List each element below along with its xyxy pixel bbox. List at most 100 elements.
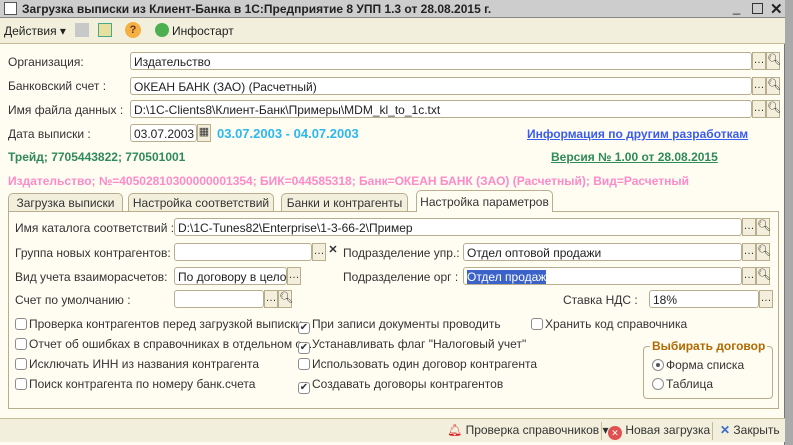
checkbox-icon <box>15 358 27 370</box>
settle-field[interactable]: По договору в целом <box>174 267 287 285</box>
export-icon[interactable] <box>98 23 112 37</box>
checkbox-icon <box>531 318 543 330</box>
vat-label: Ставка НДС : <box>563 293 638 307</box>
version-link[interactable]: Версия № 1.00 от 28.08.2015 <box>551 150 718 164</box>
toolbar: Действия ▾ ? Инфостарт <box>0 18 785 44</box>
bank-select-button[interactable]: … <box>752 77 766 95</box>
check-refs-button[interactable]: 🔔︎ Проверка справочников ▾ <box>447 423 609 437</box>
bank-field[interactable]: ОКЕАН БАНК (ЗАО) (Расчетный) <box>130 77 752 95</box>
org-search-icon[interactable]: 🔍︎ <box>766 52 781 70</box>
checkbox-checked-icon: ✔ <box>298 322 310 334</box>
info-link[interactable]: Информация по другим разработкам <box>527 127 748 141</box>
trade-text: Трейд; 7705443822; 770501001 <box>8 150 186 164</box>
checkbox-item[interactable]: Поиск контрагента по номеру банк.счета <box>15 377 255 391</box>
save-icon[interactable] <box>75 23 89 37</box>
bank-search-icon[interactable]: 🔍︎ <box>766 77 781 95</box>
period-text: 03.07.2003 - 04.07.2003 <box>217 126 359 141</box>
group-field[interactable] <box>174 243 312 261</box>
tab-banks[interactable]: Банки и контрагенты <box>281 193 408 212</box>
tab-load[interactable]: Загрузка выписки <box>8 193 123 212</box>
date-field[interactable]: 03.07.2003 <box>130 124 197 142</box>
account-label: Счет по умолчанию : <box>15 293 131 307</box>
account-field[interactable] <box>174 290 264 308</box>
dept-org-search-icon[interactable]: 🔍︎ <box>756 267 771 285</box>
bank-label: Банковский счет : <box>8 79 107 93</box>
tab-params[interactable]: Настройка параметров <box>416 190 553 212</box>
vat-select-button[interactable]: … <box>759 290 773 308</box>
dept-org-field[interactable]: Отдел продаж <box>463 267 742 285</box>
checkbox-item[interactable]: ✔ Создавать договоры контрагентов <box>298 377 503 394</box>
group-clear-icon[interactable]: ✕ <box>326 243 340 261</box>
radio-list-form[interactable]: Форма списка <box>652 358 744 372</box>
checkbox-icon <box>298 358 310 370</box>
account-search-icon[interactable]: 🔍︎ <box>278 290 293 308</box>
dept-mgmt-select-button[interactable]: … <box>742 243 756 261</box>
dept-mgmt-label: Подразделение упр.: <box>343 246 460 260</box>
close-icon[interactable]: ✕ <box>770 0 783 18</box>
dept-mgmt-search-icon[interactable]: 🔍︎ <box>756 243 771 261</box>
checkbox-icon <box>15 318 27 330</box>
catalog-search-icon[interactable]: 🔍︎ <box>756 218 771 236</box>
settle-label: Вид учета взаиморасчетов: <box>15 270 168 284</box>
dept-org-selected-text: Отдел продаж <box>467 270 547 284</box>
contract-group-title: Выбирать договор <box>650 339 768 353</box>
group-label: Группа новых контрагентов: <box>15 246 171 260</box>
radio-table[interactable]: Таблица <box>652 377 713 391</box>
vat-field[interactable]: 18% <box>649 290 759 308</box>
group-select-button[interactable]: … <box>312 243 326 261</box>
new-load-button[interactable]: ✕ Новая загрузка <box>608 423 710 440</box>
checkbox-item[interactable]: Использовать один договор контрагента <box>298 357 537 371</box>
checkbox-label: Хранить код справочника <box>545 317 688 331</box>
checkbox-label: Исключать ИНН из названия контрагента <box>29 357 260 371</box>
account-info: Издательство; №=40502810300000001354; БИ… <box>8 174 689 188</box>
maximize-icon[interactable] <box>752 3 763 14</box>
main-window: Загрузка выписки из Клиент-Банка в 1С:Пр… <box>0 0 785 445</box>
alarm-icon: 🔔︎ <box>447 423 463 437</box>
infostart-button[interactable]: Инфостарт <box>172 24 234 38</box>
dept-org-label: Подразделение орг : <box>343 270 459 284</box>
org-field[interactable]: Издательство <box>130 52 752 70</box>
checkbox-label: Поиск контрагента по номеру банк.счета <box>29 377 256 391</box>
account-select-button[interactable]: … <box>264 290 278 308</box>
org-select-button[interactable]: … <box>752 52 766 70</box>
separator <box>712 422 713 440</box>
checkbox-item[interactable]: Проверка контрагентов перед загрузкой вы… <box>15 317 302 331</box>
actions-menu[interactable]: Действия ▾ <box>4 24 66 38</box>
catalog-field[interactable]: D:\1C-Tunes82\Enterprise\1-3-66-2\Пример <box>174 218 742 236</box>
minimize-icon[interactable]: _ <box>733 0 740 15</box>
checkbox-item[interactable]: ✔ Устанавливать флаг "Налоговый учет" <box>298 337 526 354</box>
file-field[interactable]: D:\1C-Clients8\Клиент-Банк\Примеры\MDM_k… <box>130 100 752 118</box>
checkbox-label: Устанавливать флаг "Налоговый учет" <box>312 337 527 351</box>
bottom-bar: 🔔︎ Проверка справочников ▾ ✕ Новая загру… <box>0 418 785 442</box>
checkbox-item[interactable]: Исключать ИНН из названия контрагента <box>15 357 259 371</box>
radio-icon <box>652 378 664 390</box>
radio-icon <box>652 359 664 371</box>
checkbox-item[interactable]: Отчет об ошибках в справочниках в отдель… <box>15 337 312 351</box>
checkbox-icon <box>15 378 27 390</box>
settle-select-button[interactable]: … <box>287 267 301 285</box>
window-title: Загрузка выписки из Клиент-Банка в 1С:Пр… <box>22 2 492 16</box>
checkbox-label: Отчет об ошибках в справочниках в отдель… <box>29 337 313 351</box>
title-bar: Загрузка выписки из Клиент-Банка в 1С:Пр… <box>0 0 785 18</box>
checkbox-item[interactable]: Хранить код справочника <box>531 317 687 331</box>
file-search-icon[interactable]: 🔍︎ <box>766 100 781 118</box>
dept-org-select-button[interactable]: … <box>742 267 756 285</box>
checkbox-label: При записи документы проводить <box>312 317 501 331</box>
dept-mgmt-field[interactable]: Отдел оптовой продажи <box>463 243 742 261</box>
checkbox-label: Использовать один договор контрагента <box>312 357 537 371</box>
catalog-label: Имя каталога соответствий : <box>15 221 175 235</box>
checkbox-label: Проверка контрагентов перед загрузкой вы… <box>29 317 303 331</box>
contract-group <box>643 346 773 399</box>
checkbox-icon <box>15 338 27 350</box>
checkbox-checked-icon: ✔ <box>298 342 310 354</box>
help-icon[interactable]: ? <box>125 22 141 38</box>
catalog-select-button[interactable]: … <box>742 218 756 236</box>
checkbox-item[interactable]: ✔ При записи документы проводить <box>298 317 501 334</box>
date-label: Дата выписки : <box>8 127 91 141</box>
close-button[interactable]: ✕ Закрыть <box>720 423 780 437</box>
file-select-button[interactable]: … <box>752 100 766 118</box>
tab-mapping[interactable]: Настройка соответствий <box>128 193 274 212</box>
calendar-icon[interactable]: ▦ <box>197 124 211 142</box>
org-label: Организация: <box>8 55 84 69</box>
separator <box>601 422 602 440</box>
